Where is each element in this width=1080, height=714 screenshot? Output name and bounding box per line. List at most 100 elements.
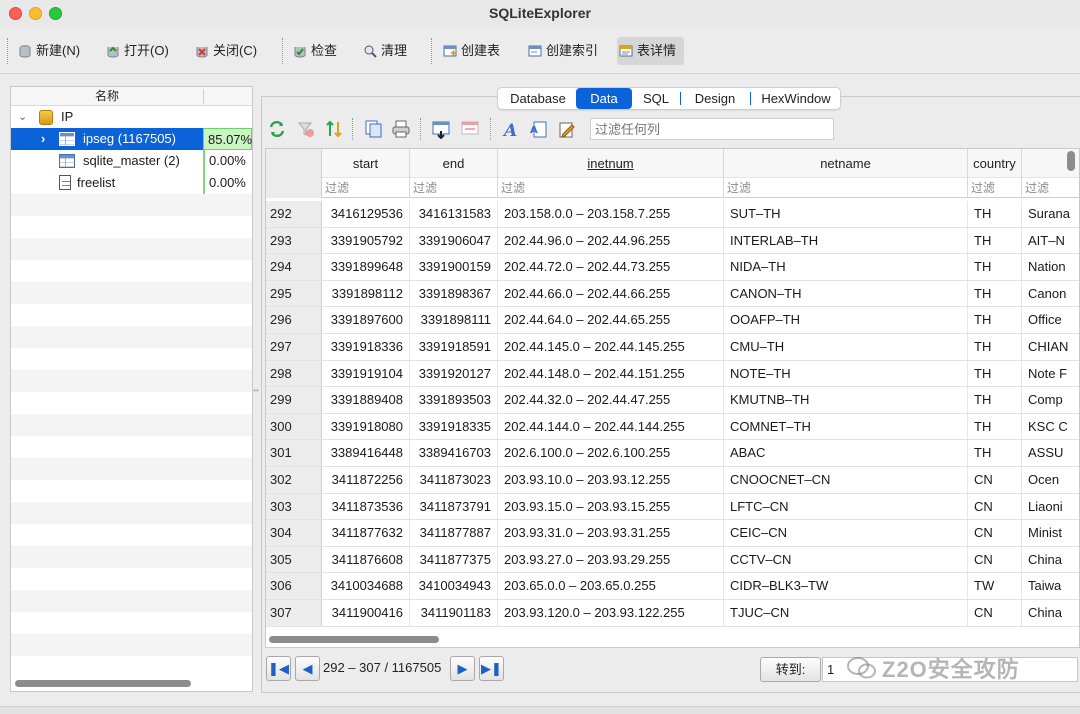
cell-descr[interactable]: Ocen xyxy=(1022,467,1079,493)
cell-netname[interactable]: CCTV–CN xyxy=(724,546,968,573)
cell-start[interactable]: 3389416448 xyxy=(322,440,410,466)
cell-start[interactable]: 3411900416 xyxy=(322,600,410,626)
cell-inetnum[interactable]: 202.44.66.0 – 202.44.66.255 xyxy=(498,280,724,307)
table-row[interactable]: 292 3416129536 3416131583 203.158.0.0 – 203… xyxy=(266,201,1079,228)
check-button[interactable]: 检查 xyxy=(291,37,337,65)
cell-end[interactable]: 3411877887 xyxy=(410,520,498,546)
export-icon[interactable] xyxy=(431,119,451,139)
table-row[interactable]: 294 3391899648 3391900159 202.44.72.0 – 202… xyxy=(266,254,1079,281)
copy-icon[interactable] xyxy=(364,119,384,139)
table-row[interactable]: 299 3391889408 3391893503 202.44.32.0 – 202… xyxy=(266,387,1079,414)
cell-end[interactable]: 3416131583 xyxy=(410,201,498,227)
row-number[interactable]: 292 xyxy=(266,201,322,227)
column-header-inetnum[interactable]: inetnum xyxy=(498,149,724,178)
cell-netname[interactable]: CANON–TH xyxy=(724,280,968,307)
tab-design[interactable]: Design xyxy=(682,88,748,109)
cell-start[interactable]: 3416129536 xyxy=(322,201,410,227)
cell-end[interactable]: 3411873023 xyxy=(410,467,498,493)
cell-descr[interactable]: Nation xyxy=(1022,254,1079,280)
clean-button[interactable]: 清理 xyxy=(361,37,407,65)
cell-start[interactable]: 3411876608 xyxy=(322,546,410,573)
cell-descr[interactable]: KSC C xyxy=(1022,414,1079,440)
table-row[interactable]: 307 3411900416 3411901183 203.93.120.0 – 20… xyxy=(266,600,1079,627)
cell-descr[interactable]: Comp xyxy=(1022,387,1079,413)
table-row[interactable]: 306 3410034688 3410034943 203.65.0.0 – 203.… xyxy=(266,573,1079,600)
grid-vertical-scrollbar[interactable] xyxy=(1067,151,1075,171)
cell-start[interactable]: 3391918080 xyxy=(322,413,410,440)
cell-country[interactable]: TH xyxy=(968,387,1022,413)
tab-sql[interactable]: SQL xyxy=(634,88,678,109)
chevron-down-icon[interactable]: ⌄ xyxy=(18,106,27,128)
chevron-right-icon[interactable]: › xyxy=(41,128,45,150)
cell-descr[interactable]: AIT–N xyxy=(1022,228,1079,254)
row-number[interactable]: 293 xyxy=(266,227,322,254)
cell-descr[interactable]: Liaoni xyxy=(1022,494,1079,520)
table-row[interactable]: 301 3389416448 3389416703 202.6.100.0 – 202… xyxy=(266,440,1079,467)
clear-filter-icon[interactable] xyxy=(296,119,316,139)
tree-header-name[interactable]: 名称 xyxy=(11,87,203,106)
text-view-icon[interactable]: A xyxy=(529,119,549,139)
cell-netname[interactable]: SUT–TH xyxy=(724,201,968,227)
cell-country[interactable]: TH xyxy=(968,254,1022,280)
cell-country[interactable]: TH xyxy=(968,360,1022,387)
print-icon[interactable] xyxy=(391,119,411,139)
grid-horizontal-scrollbar[interactable] xyxy=(269,636,439,643)
next-page-button[interactable]: ▶ xyxy=(450,656,475,681)
cell-descr[interactable]: CHIAN xyxy=(1022,334,1079,360)
cell-start[interactable]: 3391918336 xyxy=(322,334,410,360)
cell-descr[interactable]: Canon xyxy=(1022,281,1079,307)
cell-netname[interactable]: CIDR–BLK3–TW xyxy=(724,573,968,599)
row-number[interactable]: 306 xyxy=(266,573,322,599)
prev-page-button[interactable]: ◀ xyxy=(295,656,320,681)
table-row[interactable]: 302 3411872256 3411873023 203.93.10.0 – 203… xyxy=(266,467,1079,494)
row-number[interactable]: 301 xyxy=(266,440,322,466)
cell-descr[interactable]: Surana xyxy=(1022,201,1079,227)
table-row[interactable]: 305 3411876608 3411877375 203.93.27.0 – 203… xyxy=(266,546,1079,574)
cell-netname[interactable]: LFTC–CN xyxy=(724,493,968,520)
cell-end[interactable]: 3411873791 xyxy=(410,493,498,520)
cell-start[interactable]: 3391919104 xyxy=(322,360,410,387)
create-table-button[interactable]: 创建表 xyxy=(441,37,500,65)
cell-country[interactable]: TH xyxy=(968,413,1022,440)
filter-start[interactable]: 过滤 xyxy=(322,178,410,198)
cell-country[interactable]: TH xyxy=(968,307,1022,333)
row-number[interactable]: 299 xyxy=(266,387,322,413)
filter-descr[interactable]: 过滤 xyxy=(1022,178,1079,198)
cell-netname[interactable]: CNOOCNET–CN xyxy=(724,467,968,493)
cell-country[interactable]: TH xyxy=(968,334,1022,360)
cell-country[interactable]: CN xyxy=(968,520,1022,546)
cell-netname[interactable]: NIDA–TH xyxy=(724,254,968,280)
open-button[interactable]: 打开(O) xyxy=(104,37,169,65)
row-number[interactable]: 304 xyxy=(266,520,322,546)
cell-end[interactable]: 3411877375 xyxy=(410,546,498,573)
cell-netname[interactable]: CEIC–CN xyxy=(724,520,968,546)
column-header-start[interactable]: start xyxy=(322,149,410,178)
cell-start[interactable]: 3391905792 xyxy=(322,227,410,254)
cell-end[interactable]: 3391898367 xyxy=(410,280,498,307)
column-header-end[interactable]: end xyxy=(410,149,498,178)
row-number[interactable]: 297 xyxy=(266,334,322,360)
cell-end[interactable]: 3391918335 xyxy=(410,413,498,440)
cell-inetnum[interactable]: 202.6.100.0 – 202.6.100.255 xyxy=(498,440,724,466)
filter-netname[interactable]: 过滤 xyxy=(724,178,968,198)
cell-start[interactable]: 3391898112 xyxy=(322,280,410,307)
cell-end[interactable]: 3391900159 xyxy=(410,254,498,280)
create-index-button[interactable]: 创建索引 xyxy=(526,37,598,65)
cell-end[interactable]: 3389416703 xyxy=(410,440,498,466)
cell-start[interactable]: 3391897600 xyxy=(322,307,410,333)
row-number[interactable]: 300 xyxy=(266,413,322,440)
table-row[interactable]: 296 3391897600 3391898111 202.44.64.0 – 202… xyxy=(266,307,1079,334)
cell-netname[interactable]: NOTE–TH xyxy=(724,360,968,387)
last-page-button[interactable]: ▶❚ xyxy=(479,656,504,681)
row-number[interactable]: 302 xyxy=(266,467,322,493)
row-number[interactable]: 295 xyxy=(266,280,322,307)
cell-descr[interactable]: China xyxy=(1022,600,1079,626)
cell-inetnum[interactable]: 203.93.27.0 – 203.93.29.255 xyxy=(498,546,724,573)
cell-end[interactable]: 3411901183 xyxy=(410,600,498,626)
refresh-icon[interactable] xyxy=(267,119,287,139)
cell-start[interactable]: 3411877632 xyxy=(322,520,410,546)
first-page-button[interactable]: ❚◀ xyxy=(266,656,291,681)
cell-start[interactable]: 3411873536 xyxy=(322,493,410,520)
row-number[interactable]: 296 xyxy=(266,307,322,333)
edit-icon[interactable] xyxy=(557,119,577,139)
